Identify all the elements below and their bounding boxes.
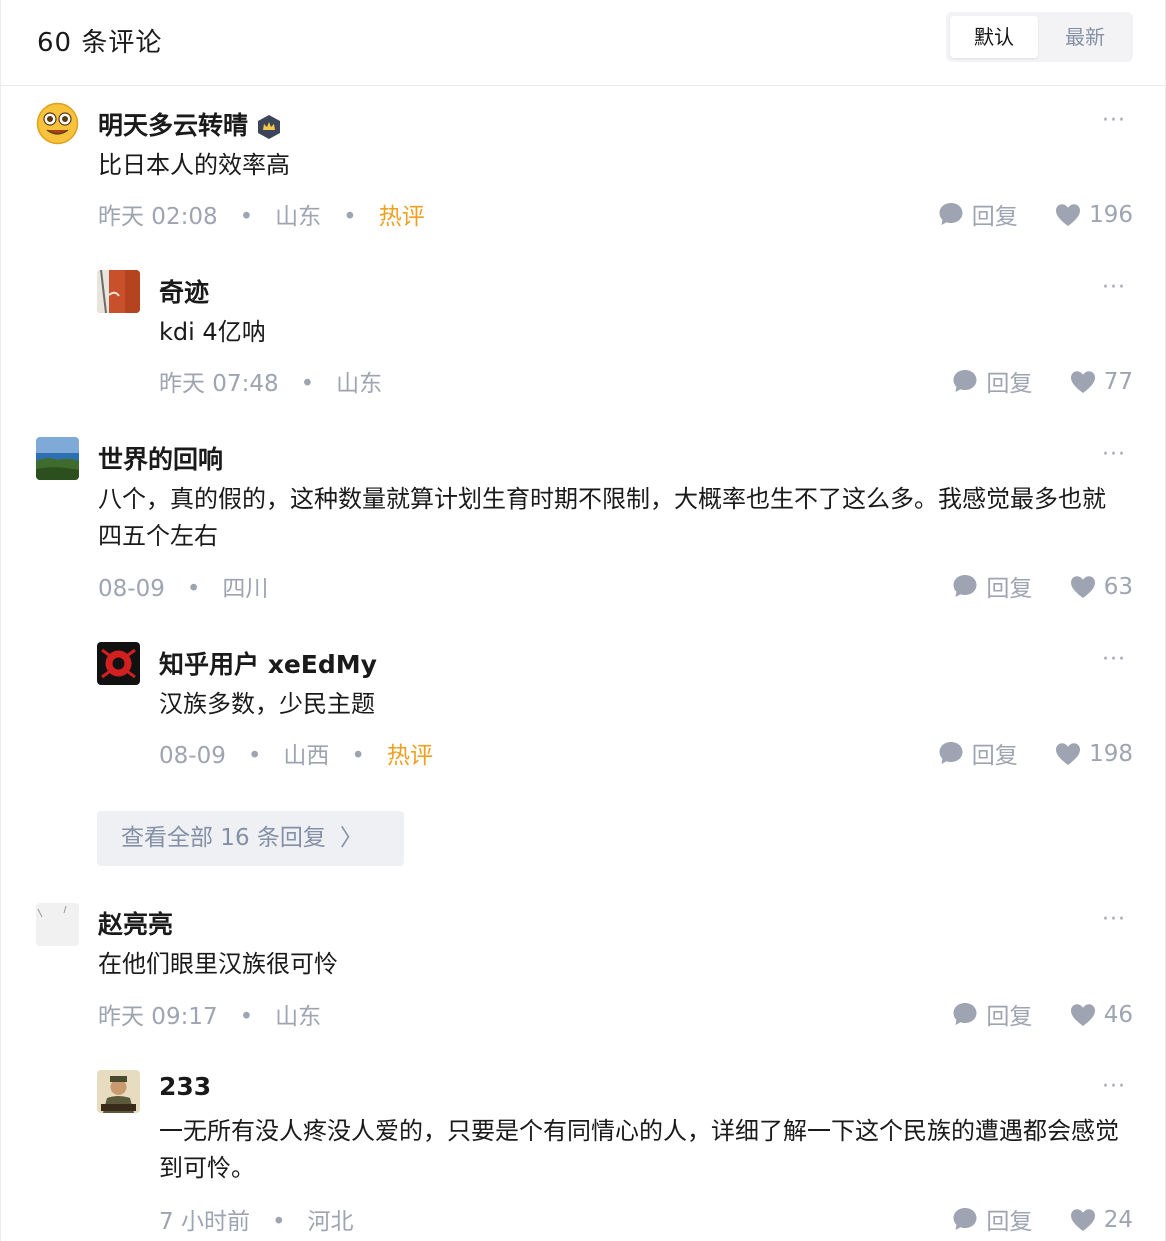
comment-content: kdi 4亿呐 <box>159 318 266 346</box>
comment-bubble-icon <box>953 575 977 597</box>
comment-time: 昨天 07:48 <box>159 371 279 397</box>
comment-location: 山东 <box>275 1004 322 1030</box>
comment-actions: 回复 198 <box>938 736 1133 772</box>
comment-meta: 昨天 09:17 • 山东 <box>98 1004 322 1030</box>
author-name[interactable]: 233 <box>159 1072 211 1101</box>
comment-time: 7 小时前 <box>159 1209 250 1235</box>
avatar[interactable] <box>97 1070 140 1113</box>
chevron-right-icon: 〉 <box>339 825 363 851</box>
reply-button[interactable]: 回复 <box>952 997 1032 1031</box>
reply-button[interactable]: 回复 <box>952 1202 1032 1236</box>
more-options-button[interactable]: ··· <box>1102 442 1126 467</box>
comment-content: 汉族多数，少民主题 <box>159 690 375 718</box>
heart-icon <box>1070 371 1095 393</box>
more-options-button[interactable]: ··· <box>1102 108 1126 133</box>
comment-count: 60 条评论 <box>37 28 163 58</box>
comments-header: 60 条评论 默认 最新 <box>0 0 1166 86</box>
like-count: 77 <box>1103 369 1133 395</box>
comment-meta: 昨天 07:48 • 山东 <box>159 371 383 397</box>
author-name[interactable]: 世界的回响 <box>98 440 223 476</box>
like-count: 196 <box>1089 202 1133 228</box>
comment-actions: 回复 196 <box>938 197 1133 233</box>
hot-tag: 热评 <box>378 204 425 230</box>
comment-meta: 7 小时前 • 河北 <box>159 1209 354 1235</box>
comment-content: 八个，真的假的，这种数量就算计划生育时期不限制，大概率也生不了这么多。我感觉最多… <box>98 485 1106 550</box>
comment-panel <box>0 0 1166 1241</box>
comment-meta: 08-09 • 四川 <box>98 576 269 602</box>
comment-location: 河北 <box>307 1209 354 1235</box>
comment-actions: 回复 63 <box>952 569 1133 605</box>
like-button[interactable]: 24 <box>1070 1207 1133 1233</box>
comment-content: 在他们眼里汉族很可怜 <box>98 950 338 978</box>
like-button[interactable]: 63 <box>1070 574 1133 600</box>
more-options-button[interactable]: ··· <box>1102 647 1126 672</box>
more-options-button[interactable]: ··· <box>1102 907 1126 932</box>
comment-time: 08-09 <box>159 743 226 769</box>
avatar[interactable] <box>36 903 79 946</box>
crown-badge-icon <box>256 114 282 140</box>
heart-icon <box>1070 1209 1095 1231</box>
avatar[interactable] <box>36 437 79 480</box>
comment-bubble-icon <box>939 203 963 225</box>
like-button[interactable]: 198 <box>1055 741 1133 767</box>
author-name[interactable]: 奇迹 <box>159 273 209 309</box>
like-button[interactable]: 196 <box>1055 202 1133 228</box>
author-name[interactable]: 赵亮亮 <box>98 905 173 941</box>
reply-button[interactable]: 回复 <box>952 569 1032 603</box>
sort-toggle: 默认 最新 <box>946 12 1133 62</box>
hot-tag: 热评 <box>387 743 433 769</box>
like-count: 198 <box>1089 741 1133 767</box>
comment-actions: 回复 77 <box>952 364 1133 400</box>
comment-meta: 昨天 02:08 • 山东 • 热评 <box>98 204 425 230</box>
avatar[interactable] <box>36 102 79 145</box>
comment-bubble-icon <box>953 1003 977 1025</box>
comment-bubble-icon <box>953 1208 977 1230</box>
author-name[interactable]: 知乎用户 xeEdMy <box>159 645 377 681</box>
like-count: 46 <box>1103 1002 1133 1028</box>
comment-content: 一无所有没人疼没人爱的，只要是个有同情心的人，详细了解一下这个民族的遭遇都会感觉… <box>159 1117 1119 1182</box>
like-button[interactable]: 46 <box>1070 1002 1133 1028</box>
author-name[interactable]: 明天多云转晴 <box>98 106 282 142</box>
reply-button[interactable]: 回复 <box>952 364 1032 398</box>
heart-icon <box>1070 1004 1095 1026</box>
more-options-button[interactable]: ··· <box>1102 1074 1126 1099</box>
sort-newest-button[interactable]: 最新 <box>1041 16 1129 58</box>
sort-default-button[interactable]: 默认 <box>950 16 1038 58</box>
comment-location: 山东 <box>275 204 322 230</box>
comment-actions: 回复 24 <box>952 1202 1133 1238</box>
comment-time: 08-09 <box>98 576 165 602</box>
comment-location: 四川 <box>222 576 269 602</box>
more-options-button[interactable]: ··· <box>1102 275 1126 300</box>
like-count: 24 <box>1103 1207 1133 1233</box>
reply-button[interactable]: 回复 <box>938 197 1018 231</box>
like-button[interactable]: 77 <box>1070 369 1133 395</box>
heart-icon <box>1056 743 1081 765</box>
like-count: 63 <box>1103 574 1133 600</box>
comment-location: 山西 <box>283 743 330 769</box>
avatar[interactable] <box>97 270 140 313</box>
comment-content: 比日本人的效率高 <box>98 151 290 179</box>
comment-time: 昨天 02:08 <box>98 204 218 230</box>
reply-button[interactable]: 回复 <box>938 736 1018 770</box>
comment-bubble-icon <box>953 370 977 392</box>
heart-icon <box>1056 204 1081 226</box>
heart-icon <box>1070 576 1095 598</box>
comment-meta: 08-09 • 山西 • 热评 <box>159 743 433 769</box>
comment-bubble-icon <box>939 742 963 764</box>
comment-actions: 回复 46 <box>952 997 1133 1033</box>
avatar[interactable] <box>97 642 140 685</box>
comment-time: 昨天 09:17 <box>98 1004 218 1030</box>
view-all-replies-button[interactable]: 查看全部 16 条回复〉 <box>97 811 404 866</box>
comment-location: 山东 <box>336 371 383 397</box>
